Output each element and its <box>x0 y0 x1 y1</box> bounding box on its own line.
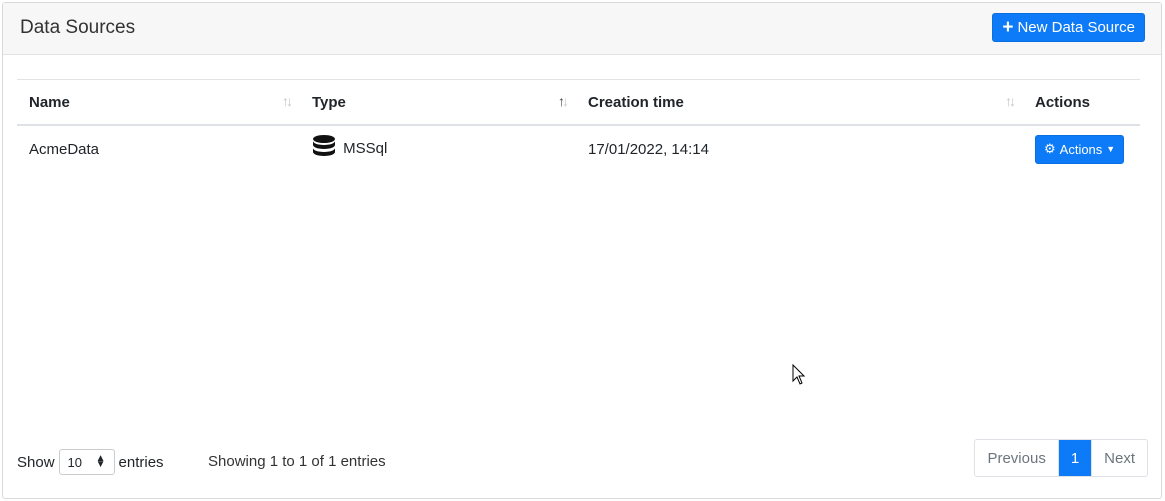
gear-icon: ⚙ <box>1044 141 1056 156</box>
select-arrows-icon: ▲ ▼ <box>95 453 106 470</box>
sort-asc-icon: ↑↓ <box>558 93 569 109</box>
card-header: Data Sources + New Data Source <box>3 3 1161 55</box>
sort-icon: ↑↓ <box>282 93 293 109</box>
actions-dropdown-button[interactable]: ⚙ Actions ▼ <box>1035 134 1125 164</box>
table-row: AcmeData MSSql 17/01/2022, 14:14 ⚙ Actio… <box>17 125 1140 172</box>
entries-label: entries <box>118 453 164 471</box>
page-title: Data Sources <box>20 17 136 38</box>
previous-page-button[interactable]: Previous <box>975 440 1059 476</box>
row-type: MSSql <box>300 125 576 172</box>
database-icon <box>312 134 336 164</box>
plus-icon: + <box>1002 17 1014 38</box>
row-name: AcmeData <box>29 140 100 158</box>
actions-label: Actions <box>1059 141 1103 157</box>
page-size-value: 10 <box>67 454 82 470</box>
pagination: Previous 1 Next <box>974 439 1148 477</box>
new-data-source-label: New Data Source <box>1017 19 1135 36</box>
page-1-button[interactable]: 1 <box>1058 440 1092 476</box>
data-sources-table: Name ↑↓ Type ↑↓ Creation time ↑↓ Actions… <box>17 79 1140 172</box>
page-length-control: Show 10 ▲ ▼ entries <box>17 449 164 475</box>
page-size-select[interactable]: 10 ▲ ▼ <box>58 449 115 475</box>
data-sources-card: Data Sources + New Data Source <box>2 2 1162 499</box>
row-creation-time: 17/01/2022, 14:14 <box>588 140 709 158</box>
new-data-source-button[interactable]: + New Data Source <box>992 13 1145 42</box>
row-actions-cell: ⚙ Actions ▼ <box>1023 125 1140 172</box>
column-header-name[interactable]: Name ↑↓ <box>17 79 300 126</box>
mouse-cursor-icon <box>792 363 806 391</box>
caret-down-icon: ▼ <box>1106 144 1116 154</box>
row-type-label: MSSql <box>343 139 388 157</box>
table-info: Showing 1 to 1 of 1 entries <box>208 453 386 470</box>
column-header-type[interactable]: Type ↑↓ <box>300 79 576 126</box>
column-header-creation-time[interactable]: Creation time ↑↓ <box>576 79 1023 126</box>
column-header-actions: Actions <box>1023 79 1140 126</box>
next-page-button[interactable]: Next <box>1091 440 1147 476</box>
sort-icon: ↑↓ <box>1005 93 1016 109</box>
show-label: Show <box>17 453 55 471</box>
